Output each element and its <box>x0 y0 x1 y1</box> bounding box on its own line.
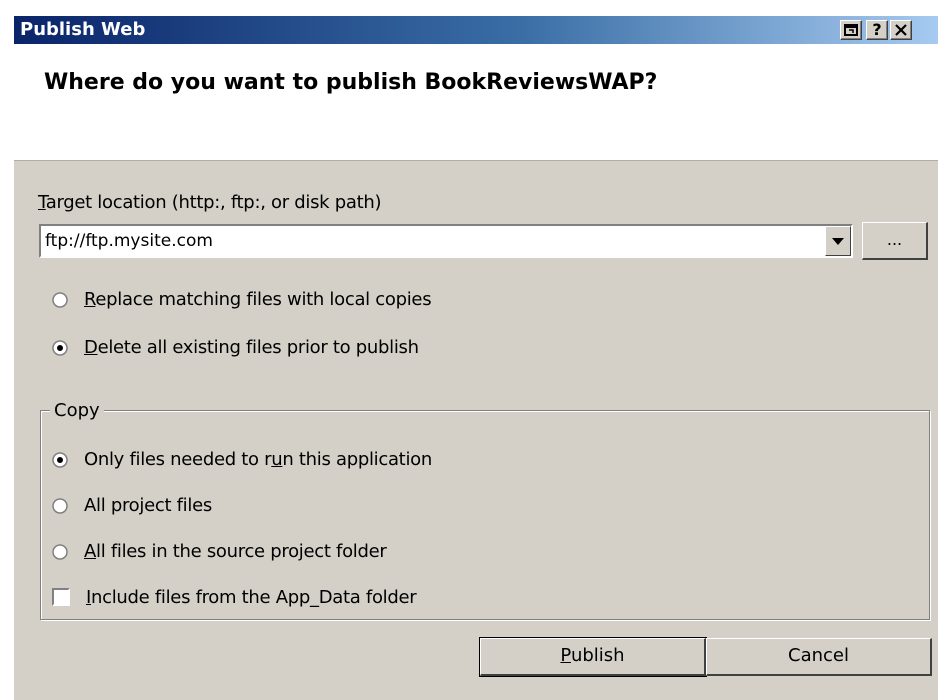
help-icon: ? <box>872 20 882 39</box>
replace-radio[interactable] <box>52 292 68 308</box>
delete-radio[interactable] <box>52 340 68 356</box>
window-title: Publish Web <box>20 19 146 40</box>
chevron-down-icon <box>832 238 844 245</box>
dropdown-button[interactable] <box>825 226 851 256</box>
all-project-radio[interactable] <box>52 498 68 514</box>
delete-option-label[interactable]: Delete all existing files prior to publi… <box>84 337 419 359</box>
replace-option-label[interactable]: Replace matching files with local copies <box>84 289 432 311</box>
all-project-label[interactable]: All project files <box>84 495 212 517</box>
target-location-combobox[interactable]: ftp://ftp.mysite.com <box>39 224 853 258</box>
restore-icon <box>844 24 858 36</box>
header-panel: Where do you want to publish BookReviews… <box>14 44 938 161</box>
publish-web-dialog: Publish Web ? Where do you want to publi… <box>14 16 938 700</box>
page-title: Where do you want to publish BookReviews… <box>44 70 658 95</box>
close-icon <box>895 24 907 36</box>
browse-button[interactable]: ... <box>862 222 928 260</box>
restore-button[interactable] <box>840 20 862 40</box>
all-source-label[interactable]: All files in the source project folder <box>84 541 387 563</box>
publish-button[interactable]: Publish <box>479 637 707 677</box>
copy-group-legend: Copy <box>50 400 104 422</box>
only-needed-radio[interactable] <box>52 452 68 468</box>
help-button[interactable]: ? <box>866 20 888 40</box>
include-appdata-checkbox[interactable] <box>52 588 70 606</box>
target-location-value[interactable]: ftp://ftp.mysite.com <box>45 231 213 251</box>
include-appdata-label[interactable]: Include files from the App_Data folder <box>86 587 417 609</box>
close-button[interactable] <box>890 20 912 40</box>
target-location-label: Target location (http:, ftp:, or disk pa… <box>38 192 382 213</box>
cancel-button[interactable]: Cancel <box>706 638 932 676</box>
only-needed-label[interactable]: Only files needed to run this applicatio… <box>84 449 432 471</box>
all-source-radio[interactable] <box>52 544 68 560</box>
title-bar[interactable]: Publish Web ? <box>14 16 938 44</box>
